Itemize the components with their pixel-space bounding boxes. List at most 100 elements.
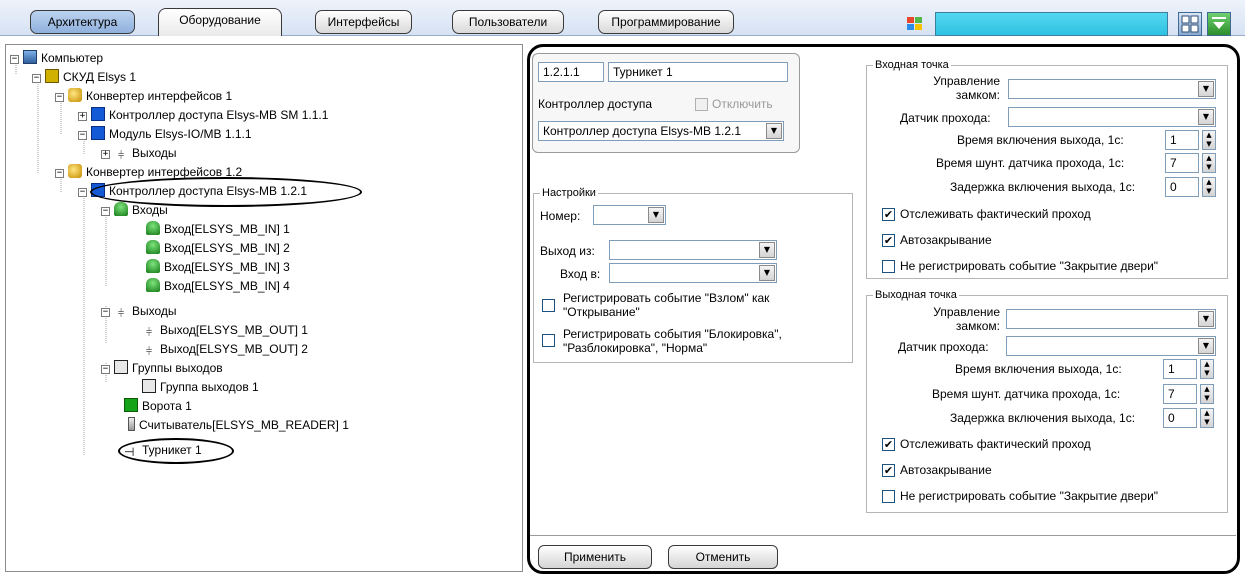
controller-select[interactable]: Контроллер доступа Elsys-MB 1.2.1 ▼ — [538, 121, 784, 141]
tab-equipment[interactable]: Оборудование — [158, 8, 282, 36]
exit-point-title: Выходная точка — [873, 288, 959, 302]
tree-item-label: Компьютер — [41, 51, 104, 65]
tree-item-controller-sm[interactable]: + Контроллер доступа Elsys-MB SM 1.1.1 — [78, 106, 328, 125]
tree-item-output-2[interactable]: ⫩ Выход[ELSYS_MB_OUT] 2 — [142, 340, 308, 359]
input-icon — [146, 278, 160, 292]
entry-no-register-checkbox[interactable] — [882, 260, 895, 273]
tab-architecture[interactable]: Архитектура — [30, 10, 135, 34]
number-label: Номер: — [540, 209, 581, 223]
inputs-icon — [114, 202, 128, 216]
exit-sensor-select[interactable]: ▼ — [1006, 336, 1216, 356]
converter-icon — [68, 88, 82, 102]
register-block-checkbox[interactable] — [542, 334, 555, 347]
search-field[interactable] — [935, 12, 1168, 36]
entry-autoclose-checkbox[interactable]: ✔ — [882, 234, 895, 247]
expand-icon[interactable]: + — [101, 150, 110, 159]
exit-on-time-spinner[interactable]: ▲ ▼ — [1200, 359, 1214, 379]
expand-icon[interactable]: + — [78, 112, 87, 121]
collapse-icon[interactable]: − — [101, 365, 110, 374]
number-select[interactable]: ▼ — [593, 205, 666, 225]
tree-item-label: Группы выходов — [132, 361, 223, 375]
entry-on-time-label: Время включения выхода, 1с: — [957, 133, 1124, 147]
tree-item-reader[interactable]: Считыватель[ELSYS_MB_READER] 1 — [128, 416, 349, 435]
gate-icon — [124, 398, 138, 412]
hardware-tree[interactable]: − Компьютер − СКУД Elsys 1 − Конвертер инте… — [5, 44, 523, 572]
entry-delay-spinner[interactable]: ▲ ▼ — [1202, 177, 1216, 197]
apply-button[interactable]: Применить — [538, 545, 652, 569]
tree-item-input-4[interactable]: Вход[ELSYS_MB_IN] 4 — [146, 277, 290, 296]
object-id-field[interactable]: 1.2.1.1 — [538, 62, 604, 82]
tree-item-converter-1[interactable]: − Конвертер интерфейсов 1 — [55, 87, 232, 106]
cancel-button[interactable]: Отменить — [668, 545, 778, 569]
register-block-label: Регистрировать события "Блокировка", "Ра… — [563, 327, 782, 355]
entry-on-time-field[interactable]: 1 — [1165, 130, 1199, 150]
tree-item-output-1[interactable]: ⫩ Выход[ELSYS_MB_OUT] 1 — [142, 321, 308, 340]
exit-sensor-label: Датчик прохода: — [898, 340, 989, 354]
exit-track-checkbox[interactable]: ✔ — [882, 438, 895, 451]
tree-item-gate[interactable]: Ворота 1 — [124, 397, 192, 416]
tree-item-skud[interactable]: − СКУД Elsys 1 — [32, 68, 136, 87]
tree-item-label: Вход[ELSYS_MB_IN] 2 — [164, 241, 290, 255]
collapse-icon[interactable]: − — [55, 93, 64, 102]
disable-checkbox[interactable] — [695, 98, 708, 111]
controller-select-value: Контроллер доступа Elsys-MB 1.2.1 — [543, 124, 742, 138]
collapse-icon[interactable]: − — [101, 308, 110, 317]
tab-programming[interactable]: Программирование — [598, 10, 734, 34]
exit-autoclose-checkbox[interactable]: ✔ — [882, 464, 895, 477]
entry-lock-select[interactable]: ▼ — [1008, 79, 1216, 99]
tree-item-input-1[interactable]: Вход[ELSYS_MB_IN] 1 — [146, 220, 290, 239]
object-name-field[interactable]: Турникет 1 — [608, 62, 788, 82]
exit-shunt-time-spinner[interactable]: ▲ ▼ — [1200, 384, 1214, 404]
chevron-down-icon[interactable]: ▼ — [1198, 81, 1214, 97]
tree-item-output-groups[interactable]: − Группы выходов — [101, 359, 223, 378]
chevron-down-icon[interactable]: ▼ — [1198, 338, 1214, 354]
chevron-down-icon[interactable]: ▼ — [648, 207, 664, 223]
collapse-icon[interactable]: − — [10, 55, 19, 64]
layout-grid-icon[interactable] — [1178, 12, 1202, 36]
register-break-checkbox[interactable] — [542, 299, 555, 312]
exit-shunt-time-field[interactable]: 7 — [1163, 384, 1197, 404]
dropdown-arrow-icon[interactable] — [1207, 12, 1231, 36]
collapse-icon[interactable]: − — [55, 169, 64, 178]
tree-item-label: Группа выходов 1 — [160, 380, 259, 394]
tree-item-input-3[interactable]: Вход[ELSYS_MB_IN] 3 — [146, 258, 290, 277]
input-icon — [146, 259, 160, 273]
highlight-oval-turnstile — [118, 438, 234, 464]
exit-on-time-field[interactable]: 1 — [1163, 359, 1197, 379]
tree-item-label: Считыватель[ELSYS_MB_READER] 1 — [139, 418, 349, 432]
exit-from-select[interactable]: ▼ — [609, 240, 777, 260]
exit-delay-spinner[interactable]: ▲ ▼ — [1200, 408, 1214, 428]
exit-delay-field[interactable]: 0 — [1163, 408, 1197, 428]
chevron-down-icon[interactable]: ▼ — [759, 242, 775, 258]
collapse-icon[interactable]: − — [78, 188, 87, 197]
entry-shunt-time-field[interactable]: 7 — [1165, 153, 1199, 173]
settings-group-title: Настройки — [540, 186, 598, 200]
exit-no-register-checkbox[interactable] — [882, 490, 895, 503]
register-break-label: Регистрировать событие "Взлом" как "Откр… — [563, 291, 770, 319]
tree-item-computer[interactable]: − Компьютер — [10, 49, 103, 68]
chevron-down-icon[interactable]: ▼ — [766, 123, 782, 139]
tree-item-outputs-1[interactable]: + ⫩ Выходы — [101, 144, 177, 163]
entry-on-time-spinner[interactable]: ▲ ▼ — [1202, 130, 1216, 150]
windows-flag-icon[interactable] — [905, 15, 925, 33]
tree-item-input-2[interactable]: Вход[ELSYS_MB_IN] 2 — [146, 239, 290, 258]
tree-item-module[interactable]: − Модуль Elsys-IO/MB 1.1.1 — [78, 125, 252, 144]
entry-track-checkbox[interactable]: ✔ — [882, 208, 895, 221]
entry-shunt-time-spinner[interactable]: ▲ ▼ — [1202, 153, 1216, 173]
collapse-icon[interactable]: − — [32, 74, 41, 83]
chevron-down-icon[interactable]: ▼ — [1198, 109, 1214, 125]
entry-to-select[interactable]: ▼ — [609, 263, 777, 283]
chevron-down-icon[interactable]: ▼ — [759, 265, 775, 281]
collapse-icon[interactable]: − — [101, 207, 110, 216]
exit-lock-select[interactable]: ▼ — [1006, 309, 1216, 329]
entry-sensor-select[interactable]: ▼ — [1008, 107, 1216, 127]
tab-interfaces[interactable]: Интерфейсы — [315, 10, 412, 34]
output-icon: ⫩ — [145, 326, 153, 339]
collapse-icon[interactable]: − — [78, 131, 87, 140]
tree-item-output-group-1[interactable]: Группа выходов 1 — [142, 378, 259, 397]
entry-autoclose-label: Автозакрывание — [900, 233, 992, 247]
entry-delay-field[interactable]: 0 — [1165, 177, 1199, 197]
tree-item-outputs-2[interactable]: − ⫩ Выходы — [101, 302, 177, 321]
chevron-down-icon[interactable]: ▼ — [1198, 311, 1214, 327]
tab-users[interactable]: Пользователи — [452, 10, 564, 34]
